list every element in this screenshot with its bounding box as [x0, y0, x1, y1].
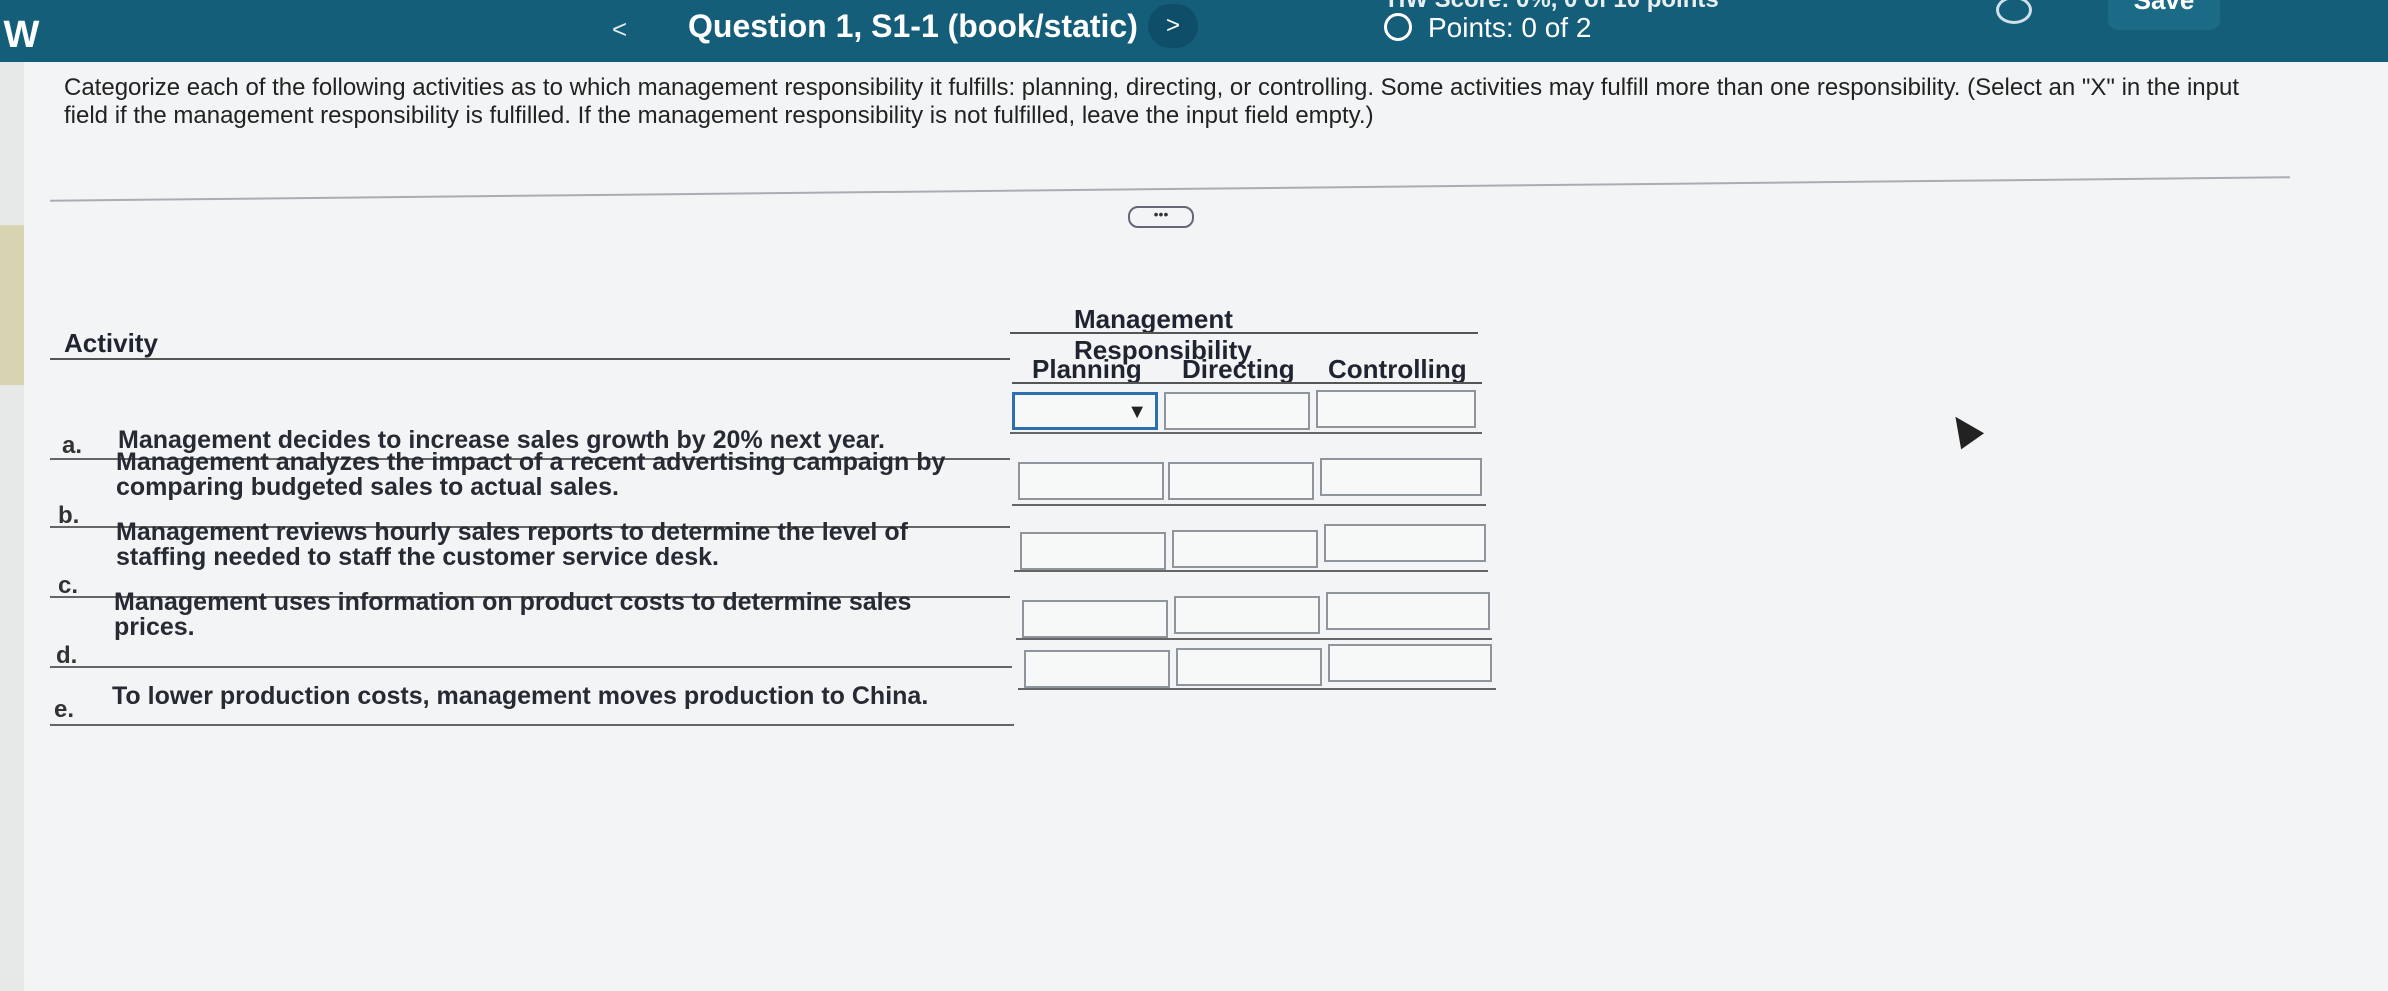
activity-text: Management reviews hourly sales reports …: [116, 518, 908, 571]
question-title: Question 1, S1-1 (book/static): [688, 8, 1138, 44]
controlling-select-b[interactable]: [1320, 458, 1482, 496]
row-divider: [1018, 688, 1496, 690]
row-divider: [1012, 504, 1486, 506]
question-instructions: Categorize each of the following activit…: [64, 74, 2239, 129]
header-rule: [1010, 332, 1478, 334]
activity-text: To lower production costs, management mo…: [112, 682, 929, 710]
circle-icon: [1384, 13, 1412, 41]
directing-select-b[interactable]: [1168, 462, 1314, 500]
points-indicator: Points: 0 of 2: [1384, 12, 1591, 44]
header-rule: [1012, 382, 1482, 384]
planning-select-b[interactable]: [1018, 462, 1164, 500]
planning-select-d[interactable]: [1022, 600, 1168, 638]
points-label: Points: 0 of 2: [1428, 12, 1592, 43]
left-edge-strip: [0, 225, 26, 385]
save-button[interactable]: Save: [2108, 0, 2220, 30]
activity-text: Management analyzes the impact of a rece…: [116, 448, 946, 501]
controlling-select-c[interactable]: [1324, 524, 1486, 562]
planning-select-e[interactable]: [1024, 650, 1170, 688]
controlling-column-header: Controlling: [1328, 354, 1467, 384]
row-divider: [1014, 570, 1488, 572]
planning-select-a[interactable]: ▼: [1012, 392, 1158, 430]
dropdown-arrow-icon: ▼: [1127, 401, 1147, 423]
row-divider: [50, 724, 1014, 726]
row-divider: [1016, 638, 1492, 640]
activity-text: Management uses information on product c…: [114, 588, 912, 641]
controlling-select-d[interactable]: [1326, 592, 1490, 630]
directing-select-a[interactable]: [1164, 392, 1310, 430]
row-divider: [1010, 432, 1482, 434]
header-rule: [50, 358, 1010, 360]
directing-select-e[interactable]: [1176, 648, 1322, 686]
more-options-button[interactable]: •••: [1128, 206, 1194, 228]
planning-select-c[interactable]: [1020, 532, 1166, 570]
row-letter: a.: [62, 432, 83, 459]
row-divider: [50, 666, 1012, 668]
activity-column-header: Activity: [64, 328, 158, 358]
brand-logo: IW: [0, 14, 41, 56]
row-letter: e.: [54, 696, 75, 723]
settings-icon[interactable]: [1996, 0, 2032, 24]
directing-select-c[interactable]: [1172, 530, 1318, 568]
controlling-select-a[interactable]: [1316, 390, 1476, 428]
controlling-select-e[interactable]: [1328, 644, 1492, 682]
next-question-button[interactable]: >: [1148, 4, 1198, 48]
directing-select-d[interactable]: [1174, 596, 1320, 634]
directing-column-header: Directing: [1182, 354, 1295, 384]
top-header-bar: IW < Question 1, S1-1 (book/static) > HW…: [0, 0, 2388, 62]
planning-column-header: Planning: [1032, 354, 1142, 384]
previous-question-button[interactable]: <: [612, 14, 627, 45]
